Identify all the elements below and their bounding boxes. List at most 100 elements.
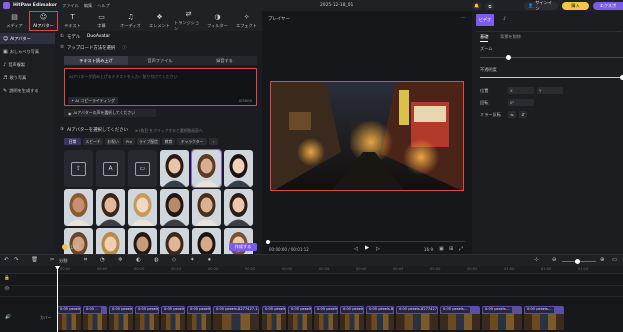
category-chip[interactable]: Pro [123, 138, 135, 145]
opacity-slider[interactable] [480, 77, 623, 78]
timeline-ruler[interactable]: 00:00 00:05 00:10 00:15 00:20 00:25 00:30 00:35… [0, 266, 623, 274]
video-clip[interactable]: 0:05 pexels-... [135, 306, 159, 330]
script-input[interactable]: AIアバターが読み上げるテキストを入力／貼り付けてください ✦ AI コピーライ… [64, 68, 257, 106]
fullscreen-icon[interactable]: ⤢ [459, 246, 463, 252]
video-clip[interactable]: 0:05 pexels-... [440, 306, 480, 330]
video-clip[interactable]: 0:05 pexels-8277427-1... [396, 306, 438, 330]
tab-transition[interactable]: ⇄ トランジション [174, 10, 203, 31]
keyframe-icon[interactable]: ◇ [172, 257, 176, 263]
sidebar-item-voice[interactable]: ♪ 音声複製 [0, 59, 55, 70]
video-clip[interactable]: 0:05 pexels-8277427-1... [340, 306, 364, 330]
avatar-card[interactable] [160, 150, 189, 187]
avatar-card[interactable] [191, 149, 222, 188]
mask-icon[interactable]: ◐ [136, 257, 141, 263]
ai-tool-icon[interactable]: ✦ [190, 257, 195, 263]
tab-filter[interactable]: ◑ フィルター [203, 11, 232, 31]
menu-edit[interactable]: 編集 [84, 3, 92, 9]
tab-audio[interactable]: ♫ オーディオ [116, 11, 145, 31]
signin-button[interactable]: 👤 サインイン [524, 0, 558, 11]
flip-vertical-icon[interactable]: ⇵ [519, 111, 527, 118]
video-clip[interactable]: 0:05 ... [83, 306, 107, 330]
split-label[interactable]: 分割 [59, 258, 67, 264]
track-eye-icon[interactable]: 👁 [4, 287, 10, 292]
tab-media[interactable]: ▤ メディア [0, 11, 29, 31]
position-x-field[interactable]: X [508, 87, 534, 94]
speed-icon[interactable]: ◔ [100, 257, 105, 263]
video-clip[interactable]: 0:05 pexels-... [109, 306, 133, 330]
avatar-card[interactable] [160, 189, 189, 226]
avatar-template-card[interactable]: ⇪ [64, 150, 93, 187]
tab-avatar[interactable]: ☺ AIアバター [29, 11, 58, 31]
video-clip[interactable]: 0:05 pexels-8277427-1... [314, 306, 338, 330]
freeze-icon[interactable]: ❄ [118, 257, 123, 263]
zoom-out-icon[interactable]: ⊖ [552, 257, 557, 263]
delete-icon[interactable]: 🗑 [31, 257, 38, 263]
category-chip[interactable]: スピーチ [83, 138, 103, 145]
sidebar-item-generate[interactable]: ✎ 説明を生成する [0, 85, 55, 96]
avatar-card[interactable] [96, 189, 125, 226]
prev-frame-icon[interactable]: ◁ [354, 246, 358, 252]
avatar-card[interactable] [128, 189, 157, 226]
avatar-card[interactable] [192, 189, 221, 226]
layout-icon[interactable]: ⧉ [485, 2, 495, 10]
info-icon[interactable]: ⓘ [122, 45, 126, 51]
avatar-template-card[interactable]: A [96, 150, 125, 187]
tab-element[interactable]: ❖ エレメント [145, 11, 174, 31]
cover-label[interactable]: カバー [40, 315, 51, 321]
zoom-in-icon[interactable]: ⊕ [600, 257, 605, 263]
sidebar-item-photo[interactable]: ▣ おしゃべり写真 [0, 46, 55, 57]
screenshot-icon[interactable]: ▣ [439, 246, 444, 252]
video-clip[interactable]: 0:05 pexels-8277427-1... [187, 306, 211, 330]
record-icon[interactable]: ⏺ [208, 257, 211, 264]
zoom-handle[interactable] [506, 55, 511, 60]
avatar-template-card[interactable]: ▭ [128, 150, 157, 187]
notification-icon[interactable]: 🔔 [472, 2, 482, 10]
tab-text[interactable]: T テキスト [58, 11, 87, 31]
video-clip[interactable]: 0:05 pexels-8277427-1... [213, 306, 259, 330]
audio-track-icon[interactable]: 🔊 [5, 315, 11, 320]
more-icon[interactable]: ⋯ [461, 15, 466, 21]
avatar-card[interactable] [224, 189, 253, 226]
category-chip[interactable]: お祝い [105, 138, 121, 145]
tab-text-to-speech[interactable]: テキスト読み上げ [64, 56, 128, 65]
video-preview[interactable] [270, 81, 464, 191]
position-y-field[interactable]: Y [537, 87, 563, 94]
video-clip[interactable]: 0:05 pexels-... [288, 306, 312, 330]
menu-file[interactable]: ファイル [62, 3, 79, 9]
category-chip[interactable]: キャラクター [177, 138, 207, 145]
model-value[interactable]: DuoAvatar [87, 34, 110, 39]
video-clip[interactable]: 0:05 pexels-... [262, 306, 286, 330]
seek-bar[interactable] [267, 241, 465, 242]
timeline-zoom-handle[interactable] [575, 258, 580, 264]
tab-subtitle[interactable]: ▭ 字幕 [87, 11, 116, 31]
split-icon[interactable]: ✂ [50, 257, 55, 263]
undo-icon[interactable]: ↶ [4, 257, 9, 263]
color-icon[interactable]: ◍ [154, 257, 159, 263]
ai-copywriting-button[interactable]: ✦ AI コピーライティング [68, 97, 119, 104]
redo-icon[interactable]: ↷ [14, 257, 19, 263]
video-clip[interactable]: 0:05 pexels-... [482, 306, 522, 330]
category-chip[interactable]: 日常 [64, 138, 81, 145]
fit-icon[interactable]: ▭ [612, 257, 617, 263]
quality-icon[interactable]: ⊞ [449, 246, 453, 252]
category-chip[interactable]: ライブ配信 [137, 138, 160, 145]
tab-effect[interactable]: ✧ エフェクト [232, 11, 261, 31]
category-chip[interactable]: 教育 [162, 138, 175, 145]
video-clip[interactable]: 0:05 pexels-... [524, 306, 564, 330]
playhead[interactable] [57, 266, 58, 332]
tab-audio-icon[interactable]: ♪ [503, 16, 506, 22]
refresh-icon[interactable]: ↻ [81, 244, 85, 249]
seek-handle[interactable] [266, 239, 270, 244]
chevron-right-icon[interactable]: › [209, 138, 218, 145]
snap-icon[interactable]: ⊹ [534, 257, 539, 263]
rotate-field[interactable]: 0° [508, 99, 534, 106]
menu-help[interactable]: ヘルプ [97, 3, 110, 9]
video-clip[interactable]: 0:05 pexels-... [161, 306, 185, 330]
subtab-basic[interactable]: 基礎 [480, 34, 489, 42]
flip-horizontal-icon[interactable]: ⇋ [508, 111, 516, 118]
play-icon[interactable]: ▶ [365, 245, 369, 251]
track-lock-icon[interactable]: 🔒 [4, 276, 10, 281]
tab-record[interactable]: 録音する [192, 56, 257, 65]
avatar-card[interactable] [64, 189, 93, 226]
crop-icon[interactable]: ⌗ [84, 257, 87, 264]
